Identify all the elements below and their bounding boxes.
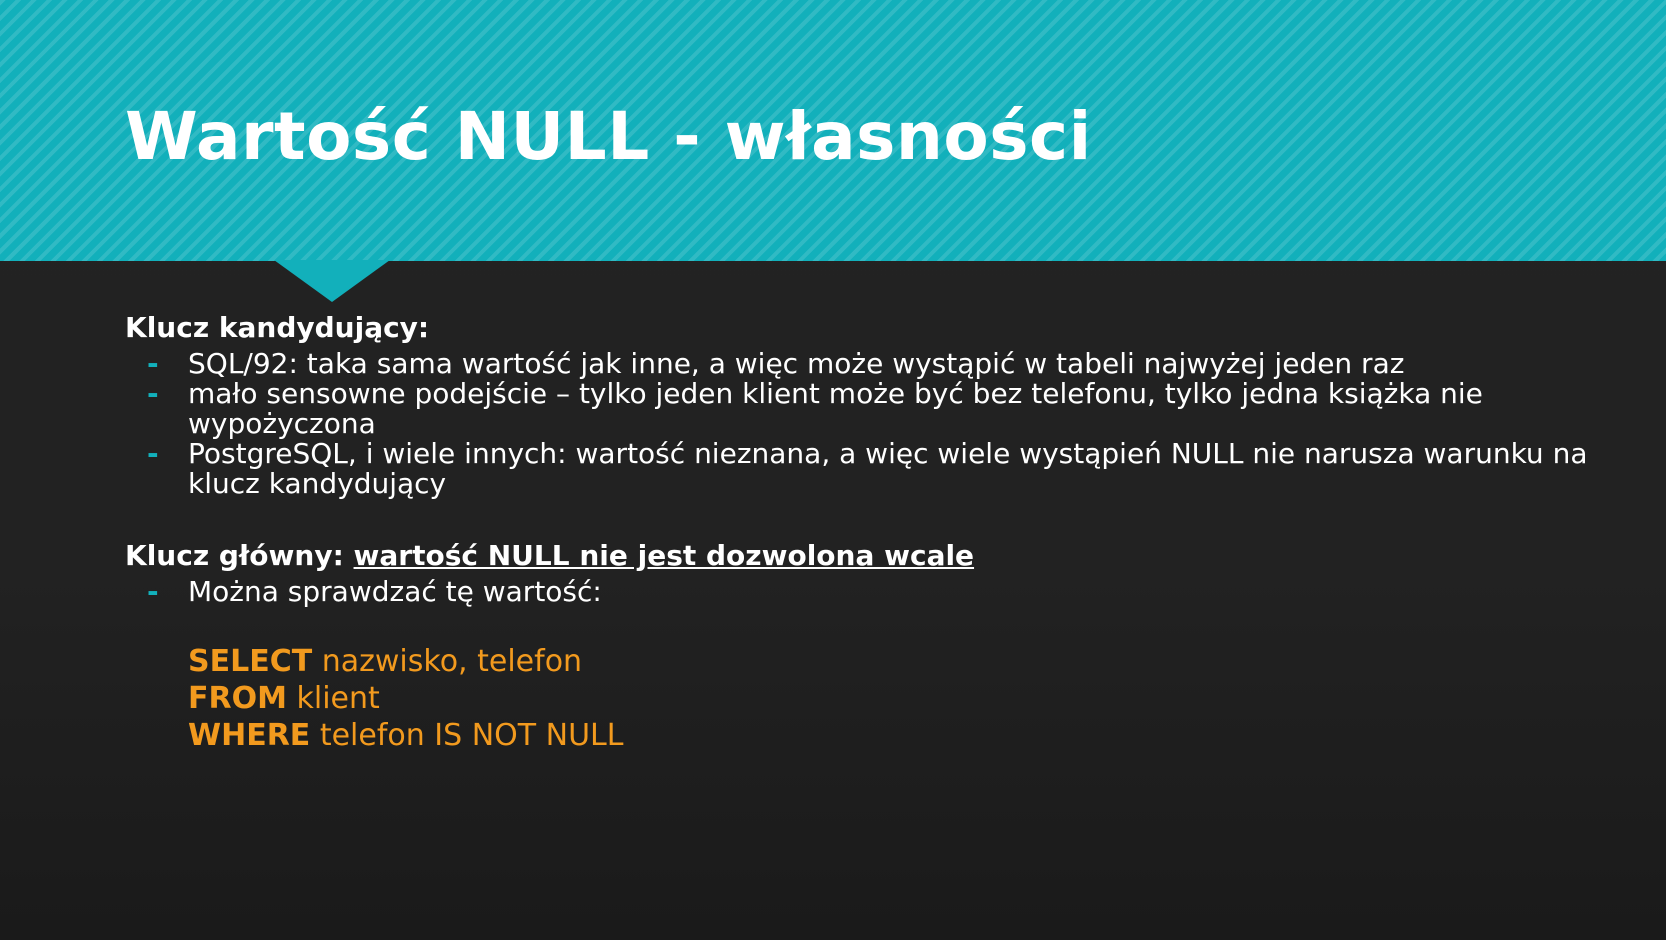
sql-from-table: klient — [286, 681, 380, 716]
sql-select-columns: nazwisko, telefon — [312, 644, 583, 679]
title-banner-notch — [274, 260, 390, 302]
candidate-key-list: - SQL/92: taka sama wartość jak inne, a … — [125, 349, 1625, 499]
list-item-text: SQL/92: taka sama wartość jak inne, a wi… — [188, 347, 1405, 380]
dash-bullet: - — [147, 377, 159, 410]
list-item: - mało sensowne podejście – tylko jeden … — [125, 379, 1625, 439]
primary-key-list: - Można sprawdzać tę wartość: — [125, 577, 1625, 607]
dash-bullet: - — [147, 347, 159, 380]
sql-keyword-select: SELECT — [188, 644, 313, 679]
sql-keyword-from: FROM — [188, 681, 287, 716]
dash-bullet: - — [147, 437, 159, 470]
slide-body: Klucz kandydujący: - SQL/92: taka sama w… — [125, 313, 1625, 754]
list-item: - SQL/92: taka sama wartość jak inne, a … — [125, 349, 1625, 379]
list-item: - PostgreSQL, i wiele innych: wartość ni… — [125, 439, 1625, 499]
dash-bullet: - — [147, 575, 159, 608]
primary-key-emphasis: wartość NULL nie jest dozwolona wcale — [353, 539, 975, 572]
slide-title: Wartość NULL - własności — [125, 98, 1092, 175]
sql-keyword-where: WHERE — [188, 718, 311, 753]
list-item-text: PostgreSQL, i wiele innych: wartość niez… — [188, 437, 1588, 500]
list-item-text: mało sensowne podejście – tylko jeden kl… — [188, 377, 1483, 440]
candidate-key-heading: Klucz kandydujący: — [125, 311, 430, 344]
list-item-text: Można sprawdzać tę wartość: — [188, 575, 602, 608]
primary-key-heading: Klucz główny: wartość NULL nie jest dozw… — [125, 541, 1625, 571]
sql-line-from: FROM klient — [188, 680, 1625, 717]
list-item: - Można sprawdzać tę wartość: — [125, 577, 1625, 607]
sql-line-where: WHERE telefon IS NOT NULL — [188, 717, 1625, 754]
sql-line-select: SELECT nazwisko, telefon — [188, 643, 1625, 680]
sql-query: SELECT nazwisko, telefon FROM klient WHE… — [188, 643, 1625, 754]
sql-where-condition: telefon IS NOT NULL — [310, 718, 624, 753]
primary-key-label: Klucz główny: — [125, 539, 344, 572]
